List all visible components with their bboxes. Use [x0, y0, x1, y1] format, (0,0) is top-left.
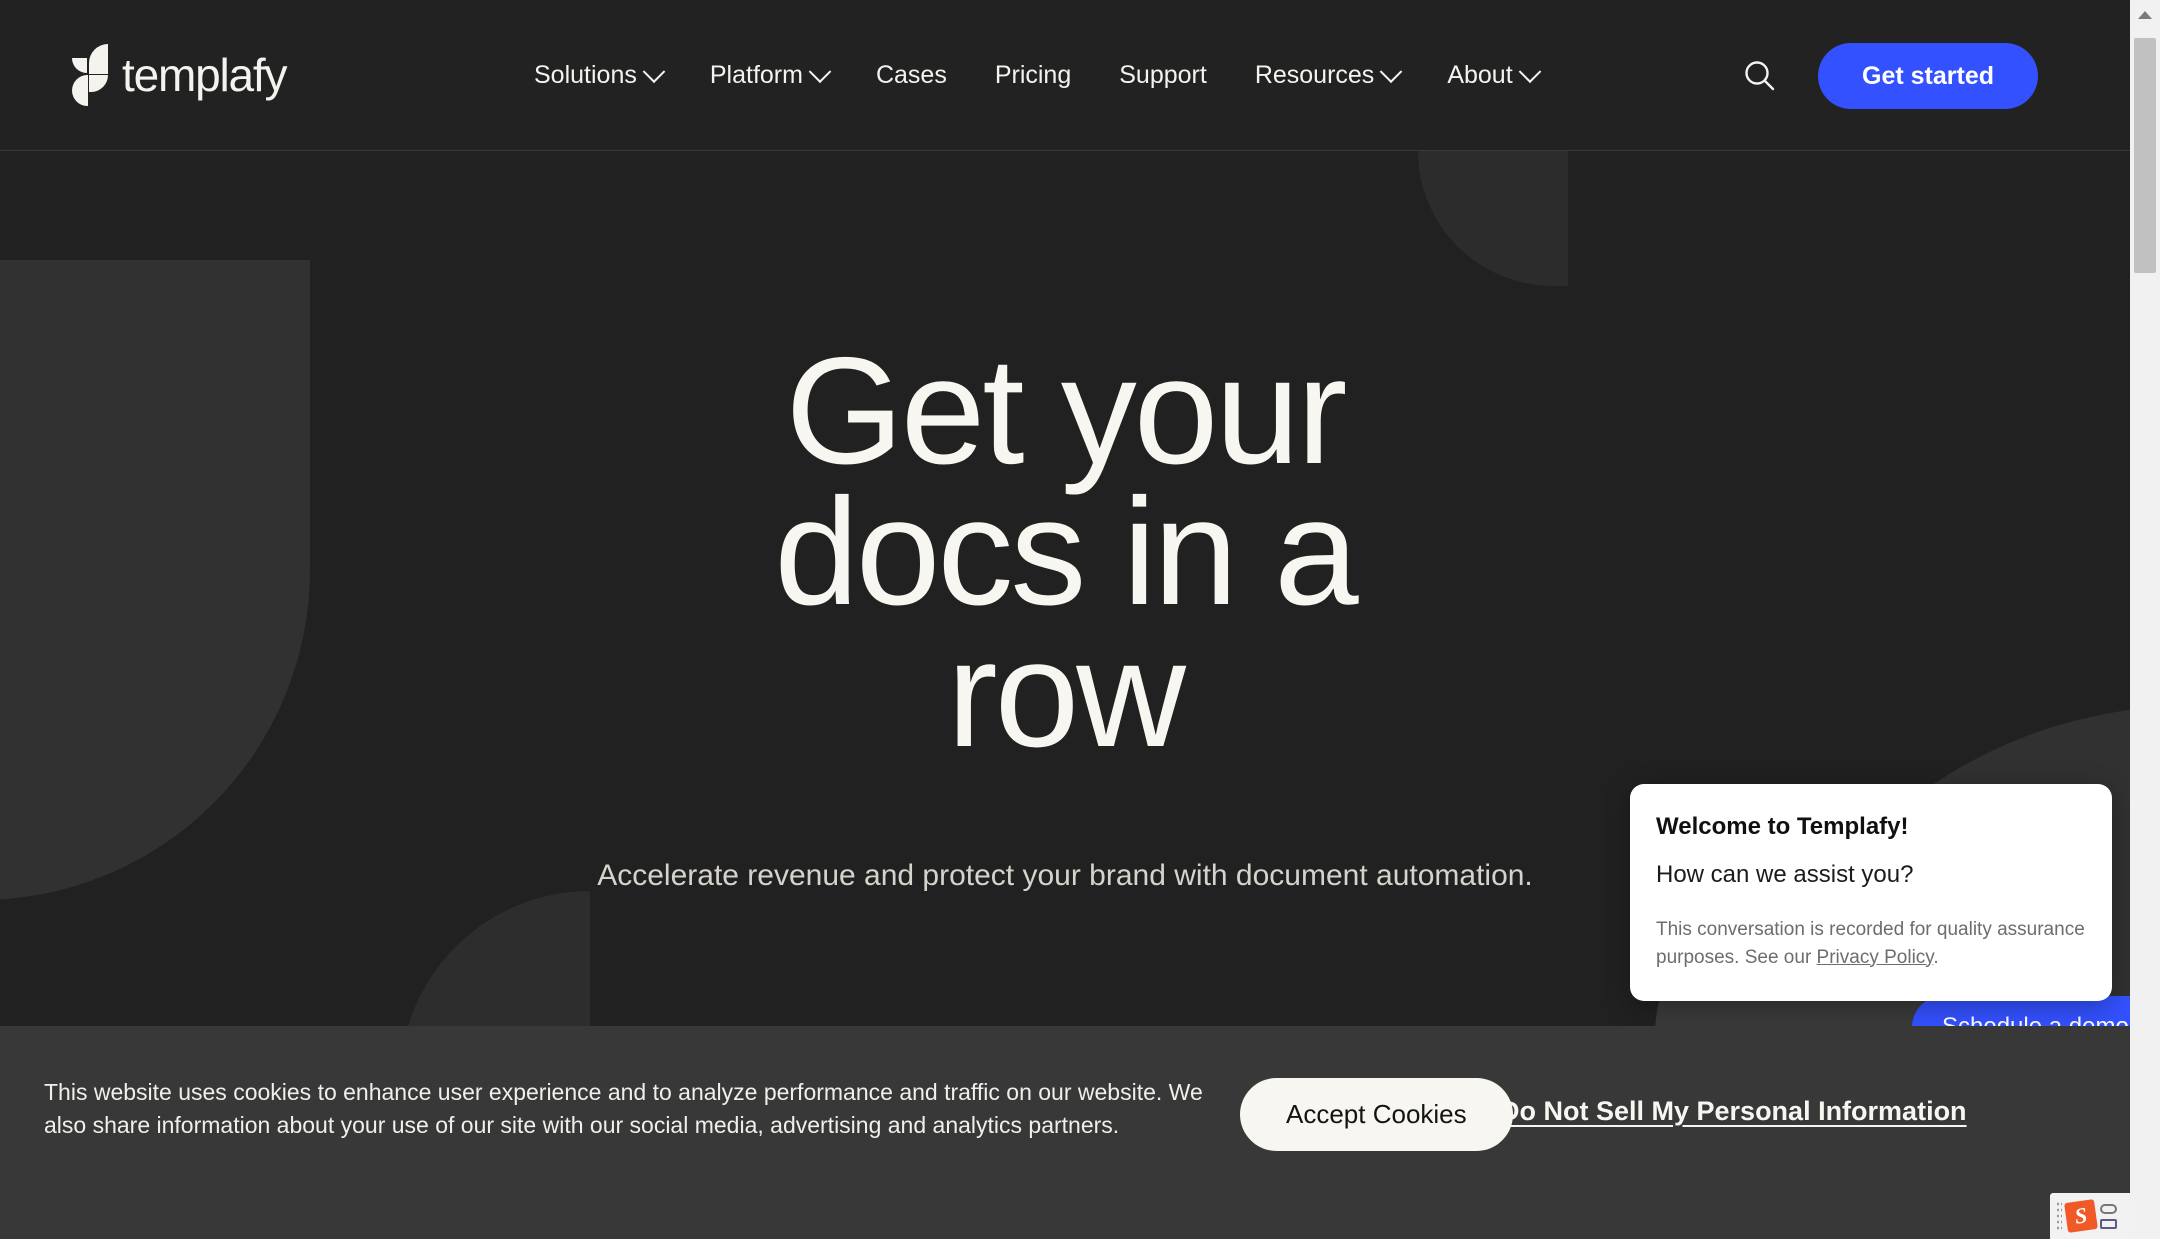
- cookie-consent-banner: This website uses cookies to enhance use…: [0, 1026, 2130, 1239]
- chat-disclaimer-period: .: [1933, 946, 1939, 968]
- browser-extension-badge[interactable]: S: [2050, 1193, 2136, 1239]
- chat-welcome-title: Welcome to Templafy!: [1656, 813, 1909, 840]
- square-icon: [2100, 1218, 2117, 1229]
- logo-wordmark: templafy: [122, 49, 287, 101]
- nav-item-support[interactable]: Support: [1095, 0, 1231, 151]
- nav-item-platform[interactable]: Platform: [686, 0, 852, 151]
- page-scrollbar[interactable]: [2130, 0, 2160, 1239]
- chat-disclaimer: This conversation is recorded for qualit…: [1656, 916, 2086, 971]
- chat-welcome-card[interactable]: Welcome to Templafy! How can we assist y…: [1630, 784, 2112, 1002]
- drag-handle-icon[interactable]: [2056, 1201, 2062, 1231]
- chat-welcome-question: How can we assist you?: [1656, 861, 1914, 888]
- chevron-down-icon: [808, 59, 832, 83]
- nav-label: Solutions: [534, 61, 637, 89]
- nav-label: Platform: [709, 61, 803, 89]
- hero-title-line-3: row: [947, 608, 1186, 779]
- nav-item-pricing[interactable]: Pricing: [971, 0, 1095, 151]
- nav-item-about[interactable]: About: [1423, 0, 1561, 151]
- chevron-down-icon: [1518, 59, 1541, 83]
- chevron-down-icon: [642, 59, 666, 83]
- scrollbar-thumb[interactable]: [2134, 38, 2156, 273]
- nav-label: Resources: [1254, 61, 1375, 89]
- extension-logo-icon[interactable]: S: [2064, 1199, 2098, 1233]
- page-viewport: templafy Solutions Platform Cases Pricin…: [0, 0, 2130, 1239]
- get-started-button[interactable]: Get started: [1818, 42, 2038, 109]
- capsule-icon: [2100, 1203, 2117, 1214]
- decorative-shape-left-small: [400, 891, 590, 1026]
- hero-title: Get your docs in a row: [565, 335, 1565, 770]
- cookie-banner-text: This website uses cookies to enhance use…: [44, 1079, 1203, 1139]
- nav-label: Support: [1119, 61, 1207, 89]
- header-actions: Get started: [1734, 0, 2038, 151]
- nav-item-resources[interactable]: Resources: [1231, 0, 1424, 151]
- accept-cookies-button[interactable]: Accept Cookies: [1240, 1078, 1513, 1151]
- extension-mini-icons[interactable]: [2100, 1203, 2117, 1229]
- nav-label: Pricing: [994, 61, 1072, 89]
- main-navigation: Solutions Platform Cases Pricing Support: [510, 0, 1562, 151]
- nav-label: Cases: [875, 61, 947, 89]
- nav-item-solutions[interactable]: Solutions: [510, 0, 686, 151]
- search-icon[interactable]: [1734, 50, 1786, 102]
- templafy-logo-mark-icon: [72, 44, 108, 106]
- do-not-sell-link[interactable]: Do Not Sell My Personal Information: [1500, 1096, 1967, 1127]
- browser-page: templafy Solutions Platform Cases Pricin…: [0, 0, 2160, 1239]
- templafy-logo[interactable]: templafy: [72, 44, 287, 106]
- nav-item-cases[interactable]: Cases: [852, 0, 971, 151]
- scroll-up-arrow-icon[interactable]: [2130, 0, 2160, 30]
- chevron-down-icon: [1379, 59, 1403, 83]
- site-header: templafy Solutions Platform Cases Pricin…: [0, 0, 2130, 151]
- nav-label: About: [1447, 61, 1513, 89]
- privacy-policy-link[interactable]: Privacy Policy: [1817, 947, 1934, 968]
